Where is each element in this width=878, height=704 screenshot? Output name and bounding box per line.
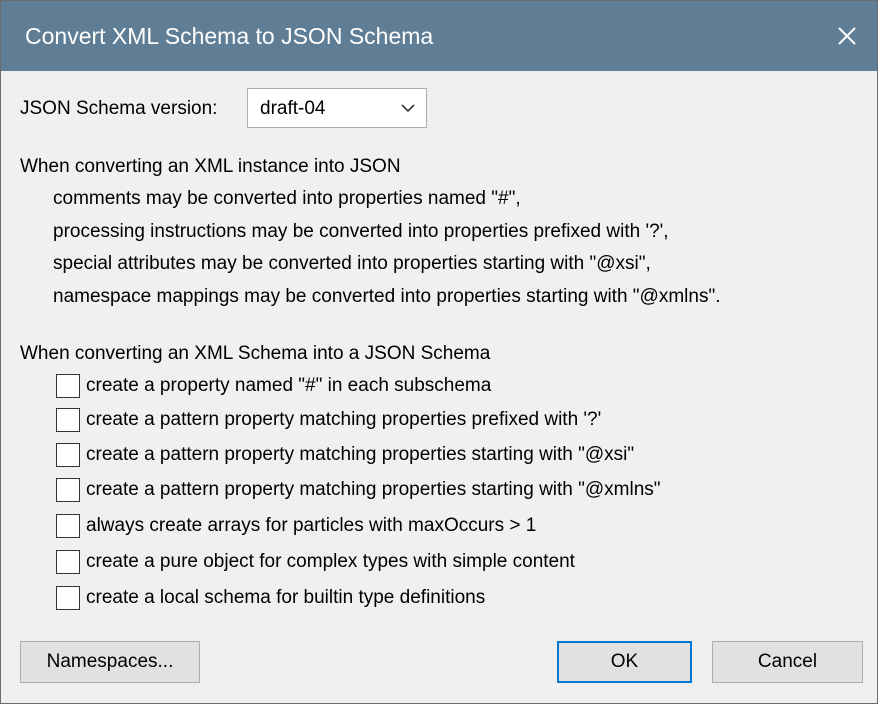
option-arrays-maxoccurs[interactable]: always create arrays for particles with … xyxy=(56,513,536,539)
schema-heading: When converting an XML Schema into a JSO… xyxy=(20,343,491,364)
option-label: always create arrays for particles with … xyxy=(86,515,537,536)
option-label: create a pattern property matching prope… xyxy=(86,479,661,500)
option-label: create a property named "#" in each subs… xyxy=(86,375,492,396)
option-local-schema[interactable]: create a local schema for builtin type d… xyxy=(56,585,485,611)
close-button[interactable] xyxy=(817,1,877,71)
option-label: create a pattern property matching prope… xyxy=(86,444,635,465)
checkbox[interactable] xyxy=(56,443,80,467)
option-pattern-xmlns[interactable]: create a pattern property matching prope… xyxy=(56,477,661,503)
dialog-content: JSON Schema version: draft-04 When conve… xyxy=(1,71,877,703)
instance-line: processing instructions may be converted… xyxy=(53,221,669,242)
checkbox[interactable] xyxy=(56,586,80,610)
option-label: create a pure object for complex types w… xyxy=(86,551,575,572)
option-label: create a local schema for builtin type d… xyxy=(86,587,486,608)
version-select[interactable]: draft-04 xyxy=(247,88,427,128)
cancel-button[interactable]: Cancel xyxy=(712,641,863,683)
option-pattern-xsi[interactable]: create a pattern property matching prope… xyxy=(56,442,634,468)
dialog-title: Convert XML Schema to JSON Schema xyxy=(25,23,434,49)
title-bar: Convert XML Schema to JSON Schema xyxy=(1,1,877,71)
option-pure-object[interactable]: create a pure object for complex types w… xyxy=(56,549,575,575)
checkbox[interactable] xyxy=(56,550,80,574)
instance-line: namespace mappings may be converted into… xyxy=(53,286,721,307)
dialog-window: Convert XML Schema to JSON Schema JSON S… xyxy=(0,0,878,704)
ok-button[interactable]: OK xyxy=(557,641,692,683)
option-label: create a pattern property matching prope… xyxy=(86,409,602,430)
close-icon xyxy=(838,27,856,45)
version-label: JSON Schema version: xyxy=(20,98,218,119)
checkbox[interactable] xyxy=(56,374,80,398)
checkbox[interactable] xyxy=(56,408,80,432)
namespaces-button[interactable]: Namespaces... xyxy=(20,641,200,683)
chevron-down-icon xyxy=(401,104,415,113)
option-property-hash[interactable]: create a property named "#" in each subs… xyxy=(56,373,491,399)
checkbox[interactable] xyxy=(56,514,80,538)
instance-heading: When converting an XML instance into JSO… xyxy=(20,156,401,177)
instance-line: comments may be converted into propertie… xyxy=(53,188,521,209)
checkbox[interactable] xyxy=(56,478,80,502)
instance-line: special attributes may be converted into… xyxy=(53,253,651,274)
version-selected-value: draft-04 xyxy=(260,98,326,119)
option-pattern-prefixed[interactable]: create a pattern property matching prope… xyxy=(56,407,601,433)
